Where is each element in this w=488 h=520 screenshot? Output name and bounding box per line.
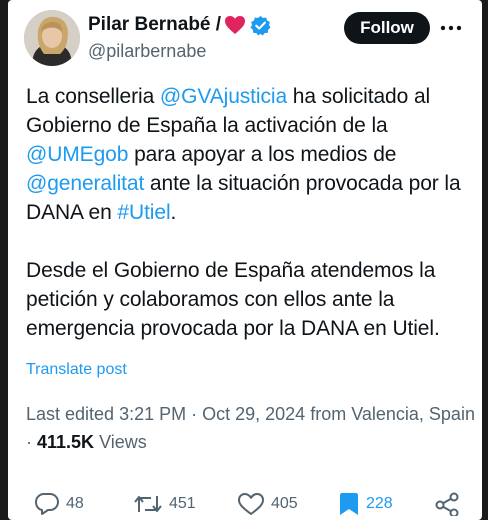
mention-link[interactable]: @GVAjusticia xyxy=(160,85,287,108)
repost-count: 451 xyxy=(169,495,196,512)
tweet-paragraph-2: Desde el Gobierno de España atendemos la… xyxy=(26,259,440,340)
like-count: 405 xyxy=(271,495,298,512)
verified-badge-icon[interactable] xyxy=(250,15,271,36)
author-handle[interactable]: @pilarbernabe xyxy=(88,41,206,62)
author-name[interactable]: Pilar Bernabé / xyxy=(88,14,221,36)
bookmark-count: 228 xyxy=(366,495,393,512)
avatar[interactable] xyxy=(24,10,80,66)
bookmark-icon xyxy=(338,492,360,516)
tweet-text-segment: . xyxy=(170,201,177,224)
edited-prefix[interactable]: Last edited xyxy=(26,404,119,424)
views-label: Views xyxy=(94,432,147,452)
more-icon[interactable] xyxy=(440,18,462,38)
translate-post-link[interactable]: Translate post xyxy=(26,361,127,379)
reply-count: 48 xyxy=(66,495,84,512)
mention-link[interactable]: @UMEgob xyxy=(26,143,128,166)
repost-button[interactable]: 451 xyxy=(133,492,196,516)
tweet-meta: Last edited 3:21 PM · Oct 29, 2024 from … xyxy=(26,400,476,456)
tweet-text-segment: La conselleria xyxy=(26,85,160,108)
share-icon xyxy=(434,492,460,516)
reply-button[interactable]: 48 xyxy=(34,492,84,516)
like-icon xyxy=(237,492,265,516)
meta-separator-2: · xyxy=(26,432,37,452)
post-date[interactable]: Oct 29, 2024 xyxy=(202,404,305,424)
author-name-row: Pilar Bernabé / xyxy=(88,14,271,36)
mention-link[interactable]: @generalitat xyxy=(26,172,144,195)
reply-icon xyxy=(34,492,60,516)
post-time[interactable]: 3:21 PM xyxy=(119,404,186,424)
views-count: 411.5K xyxy=(37,432,95,452)
share-button[interactable] xyxy=(434,492,460,516)
bookmark-button[interactable]: 228 xyxy=(338,492,393,516)
follow-button[interactable]: Follow xyxy=(344,12,430,44)
hashtag-link[interactable]: #Utiel xyxy=(117,201,170,224)
tweet-text-segment: para apoyar a los medios de xyxy=(128,143,397,166)
post-location: from Valencia, Spain xyxy=(305,404,475,424)
repost-icon xyxy=(133,492,163,516)
tweet-card: Pilar Bernabé / @pilarbernabe Follow La … xyxy=(8,0,482,520)
tweet-text: La conselleria @GVAjusticia ha solicitad… xyxy=(26,82,478,343)
red-heart-icon xyxy=(224,15,246,35)
meta-separator: · xyxy=(186,404,203,424)
tweet-paragraph-1: La conselleria @GVAjusticia ha solicitad… xyxy=(26,82,478,227)
action-bar: 48 451 405 228 xyxy=(8,488,482,520)
like-button[interactable]: 405 xyxy=(237,492,298,516)
